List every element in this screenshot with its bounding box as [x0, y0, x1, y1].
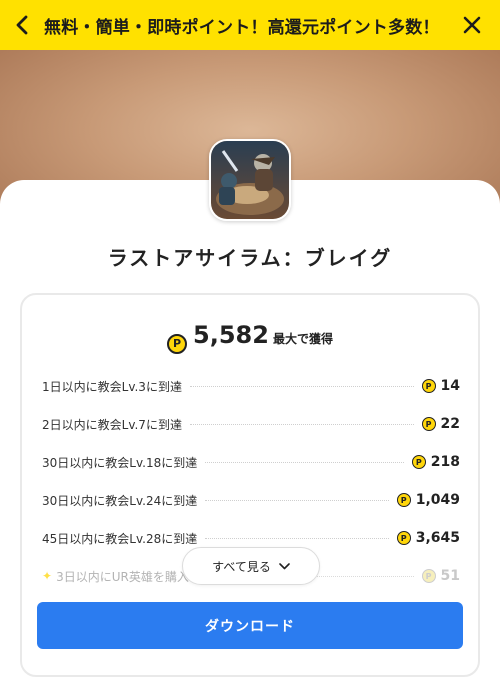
point-coin-icon: P	[396, 531, 411, 545]
point-coin-icon: P	[421, 417, 436, 431]
see-all-button[interactable]: すべて見る	[182, 547, 320, 585]
task-points-value: 218	[430, 454, 460, 470]
total-points-value: 5,582	[193, 321, 269, 349]
task-label: 1日以内に教会Lv.3に到達	[42, 379, 182, 394]
close-button[interactable]	[444, 0, 500, 50]
task-points: P 14	[421, 378, 460, 394]
banner-title: 無料・簡単・即時ポイント！高還元ポイント多数！	[44, 17, 440, 38]
app-icon-art	[211, 141, 289, 219]
chevron-left-icon	[16, 15, 28, 35]
task-label: 3日以内にUR英雄を購入	[56, 569, 189, 584]
task-points: P 51	[421, 568, 460, 584]
task-row: 30日以内に教会Lv.18に到達 P 218	[42, 443, 460, 481]
point-coin-icon: P	[421, 569, 436, 583]
dotted-leader	[189, 423, 414, 425]
point-coin-icon: P	[421, 379, 436, 393]
task-points-value: 3,645	[415, 530, 460, 546]
task-row: 30日以内に教会Lv.24に到達 P 1,049	[42, 481, 460, 519]
total-points-suffix: 最大で獲得	[272, 332, 333, 346]
task-label: 45日以内に教会Lv.28に到達	[42, 531, 198, 546]
task-points-value: 22	[440, 416, 460, 432]
point-coin-icon: P	[411, 455, 426, 469]
sparkle-icon: ✦	[42, 569, 53, 583]
point-coin-icon: P	[167, 333, 188, 354]
download-button[interactable]: ダウンロード	[37, 602, 463, 649]
reward-card: P 5,582 最大で獲得 1日以内に教会Lv.3に到達 P 14 2日以内に教…	[20, 293, 480, 677]
close-icon	[463, 16, 481, 34]
task-label: 30日以内に教会Lv.24に到達	[42, 493, 198, 508]
chevron-down-icon	[279, 562, 290, 570]
task-points-value: 1,049	[415, 492, 460, 508]
back-button[interactable]	[0, 0, 44, 50]
dotted-leader	[205, 461, 404, 463]
dotted-leader	[205, 499, 389, 501]
app-icon	[209, 139, 291, 221]
task-points: P 1,049	[396, 492, 460, 508]
task-points: P 22	[421, 416, 460, 432]
app-title: ラストアサイラム：ブレイグ	[107, 246, 393, 270]
task-points: P 218	[411, 454, 460, 470]
dotted-leader	[189, 385, 414, 387]
task-label: 2日以内に教会Lv.7に到達	[42, 417, 182, 432]
total-points: P 5,582 最大で獲得	[22, 321, 478, 354]
top-banner: 無料・簡単・即時ポイント！高還元ポイント多数！	[0, 0, 500, 50]
task-points-value: 14	[440, 378, 460, 394]
dotted-leader	[205, 537, 389, 539]
task-row: 2日以内に教会Lv.7に到達 P 22	[42, 405, 460, 443]
point-coin-icon: P	[396, 493, 411, 507]
task-row: 1日以内に教会Lv.3に到達 P 14	[42, 367, 460, 405]
task-points-value: 51	[440, 568, 460, 584]
see-all-label: すべて見る	[212, 559, 271, 574]
task-points: P 3,645	[396, 530, 460, 546]
task-label: 30日以内に教会Lv.18に到達	[42, 455, 198, 470]
